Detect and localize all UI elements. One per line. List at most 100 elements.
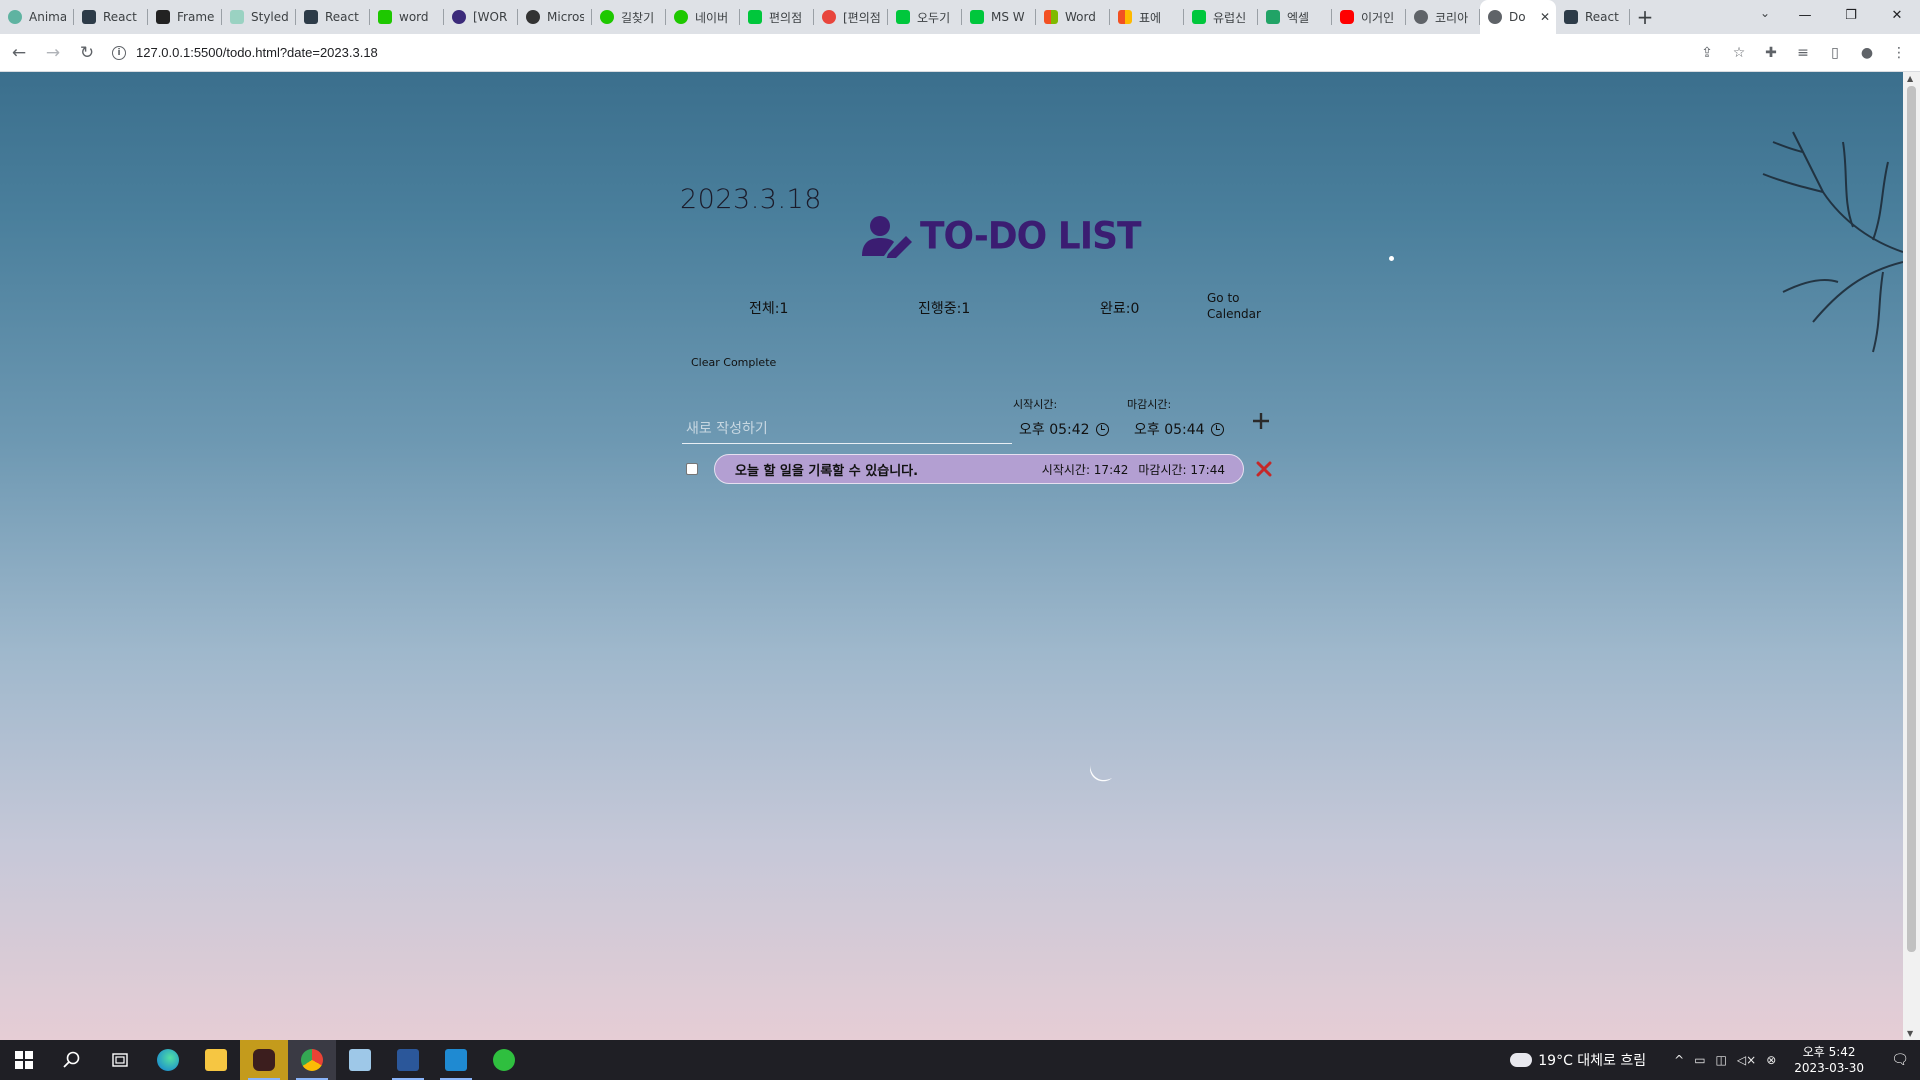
end-time-value: 오후 05:44 (1134, 422, 1205, 438)
back-arrow-icon[interactable]: ← (4, 38, 34, 68)
profile-avatar-icon[interactable]: ● (1854, 38, 1880, 68)
new-todo-input[interactable] (682, 400, 1012, 444)
tray-icons: ^ ▭ ◫ ◁× ⊗ (1674, 1053, 1776, 1067)
tab-label: React (325, 10, 359, 24)
clear-complete-button[interactable]: Clear Complete (691, 356, 776, 369)
browser-tab-active[interactable]: Do ✕ (1480, 0, 1556, 34)
vscode-icon[interactable] (432, 1040, 480, 1080)
tab-favicon-icon (822, 10, 836, 24)
forward-arrow-icon[interactable]: → (38, 38, 68, 68)
chevron-up-icon[interactable]: ^ (1674, 1053, 1684, 1067)
chevron-down-icon[interactable]: ⌄ (1760, 6, 1770, 20)
info-icon[interactable]: i (112, 45, 126, 60)
task-view-icon[interactable] (96, 1040, 144, 1080)
browser-tab[interactable]: React (1556, 0, 1630, 34)
share-icon[interactable]: ⇪ (1694, 38, 1720, 68)
browser-tab[interactable]: MS W (962, 0, 1036, 34)
reading-list-icon[interactable]: ≡ (1790, 38, 1816, 68)
bookmark-star-icon[interactable]: ☆ (1726, 38, 1752, 68)
todo-checkbox[interactable] (686, 463, 698, 475)
file-explorer-icon[interactable] (192, 1040, 240, 1080)
menu-kebab-icon[interactable]: ⋮ (1886, 38, 1912, 68)
end-time-input[interactable]: 오후 05:44 (1134, 418, 1224, 440)
tab-favicon-icon (452, 10, 466, 24)
browser-tools: ⇪ ☆ ✚ ≡ ▯ ● ⋮ (1694, 38, 1912, 68)
word-icon[interactable] (384, 1040, 432, 1080)
restore-icon[interactable]: ❐ (1828, 0, 1874, 30)
scroll-down-icon[interactable]: ▼ (1907, 1029, 1913, 1038)
browser-tab[interactable]: 이거인 (1332, 0, 1406, 34)
close-icon[interactable]: ✕ (1874, 0, 1920, 30)
clock-icon[interactable] (1095, 422, 1109, 436)
tab-label: 코리아 (1435, 10, 1469, 25)
kakaotalk-icon[interactable] (240, 1040, 288, 1080)
notification-icon[interactable]: 🗨 (1880, 1040, 1920, 1080)
side-panel-icon[interactable]: ▯ (1822, 38, 1848, 68)
address-bar[interactable]: i 127.0.0.1:5500/todo.html?date=2023.3.1… (112, 39, 1712, 67)
windows-start-icon[interactable] (0, 1040, 48, 1080)
volume-muted-icon[interactable]: ◁× (1737, 1053, 1756, 1067)
notepad-icon[interactable] (336, 1040, 384, 1080)
browser-tab[interactable]: 엑셀 (1258, 0, 1332, 34)
tab-label: Do (1509, 10, 1526, 24)
url-text[interactable]: 127.0.0.1:5500/todo.html?date=2023.3.18 (136, 45, 378, 60)
go-to-calendar-button[interactable]: Go to Calendar (1207, 290, 1277, 322)
star-decoration (1389, 256, 1394, 261)
taskbar-clock[interactable]: 오후 5:42 2023-03-30 (1794, 1044, 1864, 1076)
meet-icon[interactable]: ▭ (1694, 1053, 1705, 1067)
browser-tab[interactable]: [WOR (444, 0, 518, 34)
browser-tab[interactable]: Micros (518, 0, 592, 34)
delete-x-icon[interactable] (1256, 461, 1272, 477)
stat-all: 전체:1 (749, 301, 789, 317)
sync-app-icon[interactable] (480, 1040, 528, 1080)
chrome-icon[interactable] (288, 1040, 336, 1080)
browser-tab[interactable]: React (74, 0, 148, 34)
browser-tab[interactable]: Styled (222, 0, 296, 34)
tab-favicon-icon (600, 10, 614, 24)
browser-tab[interactable]: 코리아 (1406, 0, 1480, 34)
tab-favicon-icon (1044, 10, 1058, 24)
browser-tab[interactable]: word (370, 0, 444, 34)
browser-tab[interactable]: Frame (148, 0, 222, 34)
reload-icon[interactable]: ↻ (72, 38, 102, 68)
scroll-up-icon[interactable]: ▲ (1907, 74, 1913, 83)
scrollbar-thumb[interactable] (1907, 86, 1916, 952)
page-scrollbar[interactable]: ▲ ▼ (1903, 72, 1920, 1040)
tab-label: 오두기 (917, 10, 951, 25)
add-todo-button[interactable] (1252, 412, 1270, 430)
new-tab-button[interactable]: + (1630, 0, 1660, 34)
start-time-input[interactable]: 오후 05:42 (1019, 418, 1109, 440)
close-circle-icon[interactable]: ⊗ (1766, 1053, 1776, 1067)
tab-favicon-icon (970, 10, 984, 24)
browser-tab[interactable]: Anima (0, 0, 74, 34)
extensions-puzzle-icon[interactable]: ✚ (1758, 38, 1784, 68)
browser-tab[interactable]: 오두기 (888, 0, 962, 34)
minimize-icon[interactable]: — (1782, 0, 1828, 30)
browser-tab[interactable]: [편의점 (814, 0, 888, 34)
close-tab-icon[interactable]: ✕ (1540, 10, 1550, 24)
browser-tab[interactable]: 편의점 (740, 0, 814, 34)
browser-tab[interactable]: React (296, 0, 370, 34)
browser-tab[interactable]: Word (1036, 0, 1110, 34)
tab-favicon-icon (1118, 10, 1132, 24)
todo-pill[interactable]: 오늘 할 일을 기록할 수 있습니다. 시작시간: 17:42 마감시간: 17… (714, 454, 1244, 484)
tab-label: Frame (177, 10, 214, 24)
browser-tab[interactable]: 유럽신 (1184, 0, 1258, 34)
tab-favicon-icon (304, 10, 318, 24)
tab-label: 편의점 (769, 10, 803, 25)
browser-tab[interactable]: 네이버 (666, 0, 740, 34)
clock-icon[interactable] (1210, 422, 1224, 436)
tab-favicon-icon (1414, 10, 1428, 24)
tab-label: Anima (29, 10, 66, 24)
browser-tab[interactable]: 길찾기 (592, 0, 666, 34)
page-date: 2023.3.18 (680, 184, 822, 215)
network-icon[interactable]: ◫ (1716, 1053, 1727, 1067)
weather-widget[interactable]: 19°C 대체로 흐림 (1510, 1046, 1646, 1070)
browser-tab[interactable]: 표에 (1110, 0, 1184, 34)
tab-label: word (399, 10, 429, 24)
search-icon[interactable] (48, 1040, 96, 1080)
todo-item: 오늘 할 일을 기록할 수 있습니다. 시작시간: 17:42 마감시간: 17… (686, 454, 1272, 484)
edge-browser-icon[interactable] (144, 1040, 192, 1080)
page-viewport: 2023.3.18 TO-DO LIST 전체:1 진행중:1 완료:0 Go … (0, 72, 1920, 1040)
tab-label: Micros (547, 10, 584, 24)
